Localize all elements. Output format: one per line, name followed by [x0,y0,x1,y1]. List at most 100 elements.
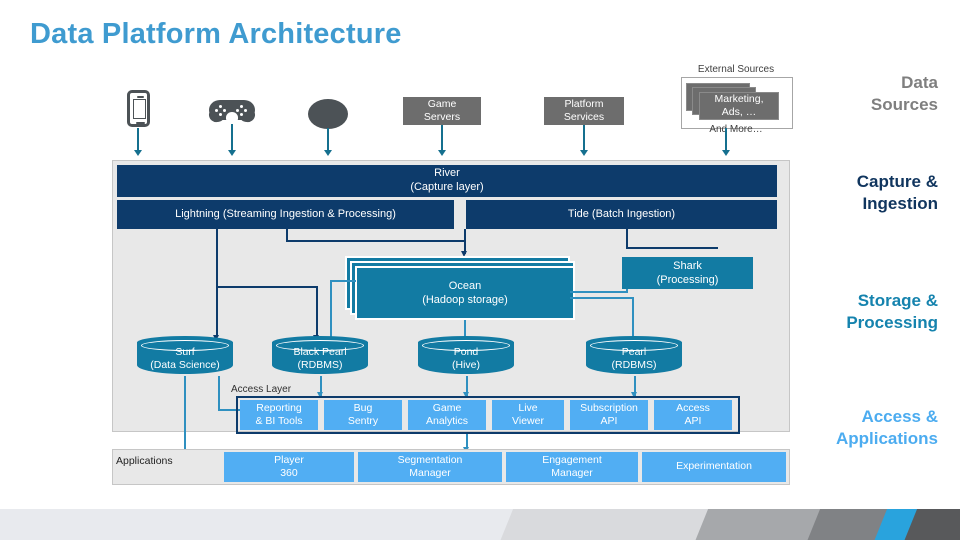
ocean-to-blackpearl-line [330,280,332,338]
phone-connector-line [137,128,139,152]
external-card-label-2: Ads, … [721,106,757,118]
tool-3-line1: Live [518,401,538,414]
access-tool-game-analytics[interactable]: Game Analytics [408,400,486,430]
tool-5-line2: API [684,415,702,427]
label-capture: Capture & [856,172,938,191]
deco-stripe-1 [0,509,533,540]
store-cylinder-black-pearl[interactable]: Black Pearl (RDBMS) [272,336,368,376]
label-applications: Applications [835,429,938,449]
lightning-to-surf-line [216,229,218,337]
application-engagement-manager[interactable]: Engagement Manager [506,452,638,482]
access-tool-access-api[interactable]: Access API [654,400,732,430]
game-servers-label-1: Game [427,98,457,111]
pearl-label-2: (RDBMS) [611,359,657,372]
tide-right-drop [626,229,628,249]
section-label-storage-processing: Storage & Processing [788,290,938,335]
access-layer-label: Access Layer [229,384,294,395]
game-servers-connector-arrow [438,150,446,156]
pearl-label-1: Pearl [621,346,647,358]
section-label-capture-ingestion: Capture & Ingestion [788,171,938,216]
surf-to-access-line [218,376,220,410]
console-blob-icon [308,99,348,129]
bottom-decoration-bar [0,509,960,540]
tool-5-line1: Access [676,401,710,414]
external-connector-line [725,128,727,152]
game-servers-label-2: Servers [423,111,461,123]
shark-processing-box[interactable]: Shark (Processing) [622,257,753,289]
store-cylinder-pearl[interactable]: Pearl (RDBMS) [586,336,682,376]
tide-batch-box[interactable]: Tide (Batch Ingestion) [466,200,777,229]
controller-connector-arrow [228,150,236,156]
shark-label-2: (Processing) [656,274,719,286]
application-experimentation[interactable]: Experimentation [642,452,786,482]
lightning-to-blackpearl-line [316,286,318,337]
ocean-label-1: Ocean [448,279,482,292]
blackpearl-label-1: Black Pearl [293,346,347,358]
tool-1-line1: Bug [353,401,373,414]
external-sources-title: External Sources [697,64,775,75]
app-2-line2: Manager [551,467,593,479]
store-cylinder-pond[interactable]: Pond (Hive) [418,336,514,376]
external-more-label: And More… [709,124,763,135]
label-data: Data [901,73,938,92]
app-1-line2: Manager [409,467,451,479]
tide-label: Tide (Batch Ingestion) [567,207,676,220]
tool-4-line1: Subscription [580,401,638,414]
ocean-left-horizontal [330,280,356,282]
surf-label-1: Surf [175,346,195,358]
ocean-to-shark-line [570,291,628,293]
tool-4-line2: API [600,415,618,427]
tool-0-line1: Reporting [256,401,302,414]
phone-connector-arrow [134,150,142,156]
access-tool-reporting[interactable]: Reporting & BI Tools [240,400,318,430]
section-label-data-sources: Data Sources [788,72,938,117]
tool-3-line2: Viewer [512,415,544,427]
app-3-line1: Experimentation [676,460,752,473]
store-cylinder-surf[interactable]: Surf (Data Science) [137,336,233,376]
lightning-label: Lightning (Streaming Ingestion & Process… [175,207,396,220]
controller-connector-line [231,124,233,152]
platform-services-box[interactable]: Platform Services [544,97,624,125]
game-servers-connector-line [441,125,443,152]
label-ingestion: Ingestion [862,194,938,214]
slide-canvas: Data Platform Architecture Game Servers [0,0,960,540]
app-0-line1: Player [274,453,304,466]
section-label-access-applications: Access & Applications [788,406,938,451]
label-access: Access & [861,407,938,426]
river-label-1: River [434,167,460,180]
label-storage: Storage & [857,291,938,310]
game-servers-box[interactable]: Game Servers [403,97,481,125]
tool-0-line2: & BI Tools [255,415,303,427]
external-card-label-1: Marketing, [714,93,764,106]
tool-2-line1: Game [432,401,462,414]
app-0-line2: 360 [280,467,298,479]
application-player-360[interactable]: Player 360 [224,452,354,482]
blackpearl-label-2: (RDBMS) [297,359,343,372]
external-marketing-card[interactable]: Marketing, Ads, … [699,92,779,120]
lightning-branch-horizontal [216,286,318,288]
applications-row-label: Applications [116,455,173,467]
game-controller-icon [208,98,256,124]
pond-label-1: Pond [453,346,479,358]
ocean-label-2: (Hadoop storage) [422,294,508,306]
console-connector-arrow [324,150,332,156]
platform-services-label-1: Platform [564,98,604,111]
external-connector-arrow [722,150,730,156]
access-tool-bug-sentry[interactable]: Bug Sentry [324,400,402,430]
ocean-to-pearl-line [632,297,634,338]
application-segmentation-manager[interactable]: Segmentation Manager [358,452,502,482]
river-capture-layer-box[interactable]: River (Capture layer) [117,165,777,197]
ocean-to-pearl-horizontal [570,297,634,299]
platform-services-connector-arrow [580,150,588,156]
river-label-2: (Capture layer) [410,181,484,193]
access-tool-live-viewer[interactable]: Live Viewer [492,400,564,430]
pond-label-2: (Hive) [452,359,480,372]
access-tool-subscription-api[interactable]: Subscription API [570,400,648,430]
tool-2-line2: Analytics [425,415,468,427]
label-sources: Sources [870,95,938,115]
app-1-line1: Segmentation [397,453,463,466]
lightning-streaming-box[interactable]: Lightning (Streaming Ingestion & Process… [117,200,454,229]
page-title: Data Platform Architecture [30,18,402,50]
ocean-hadoop-storage-box[interactable]: Ocean (Hadoop storage) [355,266,575,320]
deco-stripe-3 [687,509,828,540]
